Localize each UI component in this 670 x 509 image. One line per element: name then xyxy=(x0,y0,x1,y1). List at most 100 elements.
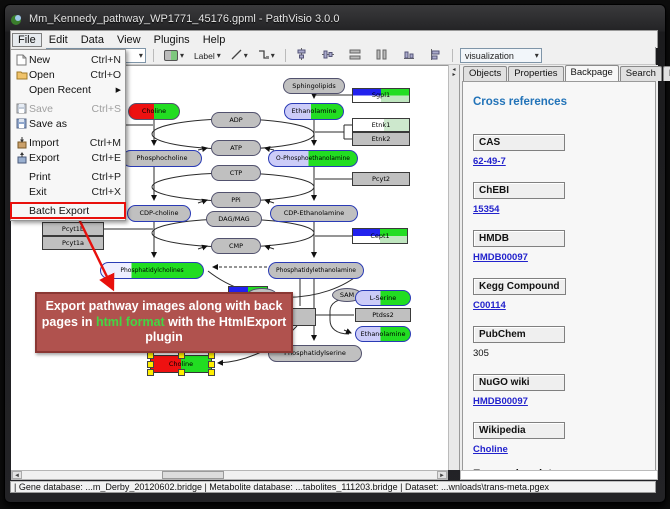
titlebar[interactable]: Mm_Kennedy_pathway_WP1771_45176.gpml - P… xyxy=(10,9,658,29)
align-left-button[interactable] xyxy=(427,47,445,65)
label-tool-dropdown[interactable]: Label ▾ xyxy=(191,49,224,63)
pathway-node-choline[interactable]: Choline xyxy=(128,103,180,120)
menubar-plugins[interactable]: Plugins xyxy=(148,33,196,47)
node-label: CDP-choline xyxy=(139,209,178,217)
menu-item-label: Open Recent xyxy=(29,84,91,96)
menubar-view[interactable]: View xyxy=(111,33,147,47)
menu-item-shortcut: Ctrl+P xyxy=(92,171,121,183)
menubar-data[interactable]: Data xyxy=(75,33,110,47)
crossref-section-cas: CAS62-49-7 xyxy=(473,132,655,167)
pathway-node-ppi[interactable]: PPi xyxy=(211,192,261,208)
pathway-node-ctp[interactable]: CTP xyxy=(211,165,261,181)
align-bottom-button[interactable] xyxy=(400,47,418,65)
file-menu-item-open[interactable]: OpenCtrl+O xyxy=(11,67,125,82)
pathway-node-dag-mag[interactable]: DAG/MAG xyxy=(206,211,262,227)
pathway-node-cept1[interactable]: Cept1 xyxy=(352,228,408,244)
pathway-node-cdp-choline[interactable]: CDP-choline xyxy=(127,205,191,222)
pathway-node-ethanolamine[interactable]: Ethanolamine xyxy=(284,103,344,120)
pathway-node-atp[interactable]: ATP xyxy=(211,140,261,156)
pathway-node-pcyt1b[interactable]: Pcyt1b xyxy=(42,222,104,236)
visualization-value: visualization xyxy=(465,51,514,61)
pathway-node-cdp-ethanolamine[interactable]: CDP-Ethanolamine xyxy=(270,205,358,222)
panel-splitter[interactable]: ◂ ▸ xyxy=(448,65,460,470)
align-left-icon xyxy=(430,49,442,63)
tab-backpage[interactable]: Backpage xyxy=(565,65,619,81)
pathway-node-cmp[interactable]: CMP xyxy=(211,238,261,254)
crossref-link[interactable]: HMDB00097 xyxy=(473,252,655,263)
horizontal-scrollbar[interactable]: ◄ ► xyxy=(11,470,448,480)
pathway-node[interactable] xyxy=(290,308,316,326)
node-label: O-Phosphoethanolamine xyxy=(276,155,350,162)
node-label: CTP xyxy=(230,169,242,177)
scrollbar-thumb[interactable] xyxy=(162,471,224,479)
line-tool-dropdown[interactable]: ▾ xyxy=(228,47,251,65)
pathway-node-ptdss2[interactable]: Ptdss2 xyxy=(355,308,411,322)
align-center-horizontal-button[interactable] xyxy=(293,46,310,65)
pathway-node-pcyt1a[interactable]: Pcyt1a xyxy=(42,236,104,250)
pathway-node-choline[interactable]: Choline xyxy=(150,355,212,373)
pathway-node-ethanolamine[interactable]: Ethanolamine xyxy=(355,326,411,342)
crossref-link[interactable]: HMDB00097 xyxy=(473,396,655,407)
chevron-down-icon: ▾ xyxy=(271,51,275,60)
file-menu-item-export[interactable]: ExportCtrl+E xyxy=(11,150,125,165)
selection-handle[interactable] xyxy=(147,352,154,359)
pathway-node-pcyt2[interactable]: Pcyt2 xyxy=(352,172,410,186)
selection-handle[interactable] xyxy=(208,352,215,359)
file-menu-item-exit[interactable]: ExitCtrl+X xyxy=(11,184,125,199)
statusbar: | Gene database: ...m_Derby_20120602.bri… xyxy=(10,481,656,493)
file-menu-item-save[interactable]: SaveCtrl+S xyxy=(11,101,125,116)
selection-handle[interactable] xyxy=(208,369,215,376)
file-menu-item-import[interactable]: ImportCtrl+M xyxy=(11,135,125,150)
visualization-select[interactable]: visualization ▾ xyxy=(460,48,542,63)
datanode-tool-dropdown[interactable]: ▾ xyxy=(161,48,187,63)
tab-search[interactable]: Search xyxy=(620,66,662,81)
menubar-help[interactable]: Help xyxy=(197,33,232,47)
file-menu-item-new[interactable]: NewCtrl+N xyxy=(11,52,125,67)
pathway-node-etnk2[interactable]: Etnk2 xyxy=(352,132,410,146)
file-menu-item-save-as[interactable]: Save as xyxy=(11,116,125,131)
selection-handle[interactable] xyxy=(147,361,154,368)
pathway-node-sphingolipids[interactable]: Sphingolipids xyxy=(283,78,345,94)
pathway-node-etnk1[interactable]: Etnk1 xyxy=(352,118,410,132)
menubar-file[interactable]: File xyxy=(12,33,42,47)
crossref-link[interactable]: C00114 xyxy=(473,300,655,311)
tab-objects[interactable]: Objects xyxy=(463,66,507,81)
pathway-node-sgpl1[interactable]: Sgpl1 xyxy=(352,88,410,103)
selection-handle[interactable] xyxy=(178,352,185,359)
align-center-horizontal-icon xyxy=(296,48,307,63)
pathway-node-phosphocholine[interactable]: Phosphocholine xyxy=(122,150,202,167)
align-center-vertical-button[interactable] xyxy=(319,47,337,65)
distribute-vertical-button[interactable] xyxy=(346,47,364,65)
connector-tool-dropdown[interactable]: ▾ xyxy=(255,47,278,65)
distribute-horizontal-button[interactable] xyxy=(373,47,391,65)
selection-handle[interactable] xyxy=(178,369,185,376)
menu-item-label: Save as xyxy=(29,118,67,130)
menu-item-label: Export xyxy=(29,152,59,164)
scroll-right-icon[interactable]: ► xyxy=(437,471,447,479)
pathway-node-phosphatidylcholines[interactable]: Phosphatidylcholines xyxy=(100,262,204,279)
pathway-node-l-serine[interactable]: L-Serine xyxy=(355,290,411,306)
selection-handle[interactable] xyxy=(208,361,215,368)
file-menu-item-print[interactable]: PrintCtrl+P xyxy=(11,169,125,184)
selection-handle[interactable] xyxy=(147,369,154,376)
pathway-node-adp[interactable]: ADP xyxy=(211,112,261,128)
pathway-node-phosphatidylethanolamine[interactable]: Phosphatidylethanolamine xyxy=(268,262,364,279)
file-menu-item-batch-export[interactable]: Batch Export xyxy=(11,203,125,218)
pathway-node-o-phosphoethanolamine[interactable]: O-Phosphoethanolamine xyxy=(268,150,358,167)
tab-legend[interactable]: Legend xyxy=(663,66,670,81)
menu-item-shortcut: Ctrl+N xyxy=(91,54,121,66)
pathvisio-window: Mm_Kennedy_pathway_WP1771_45176.gpml - P… xyxy=(0,0,670,509)
menubar-edit[interactable]: Edit xyxy=(43,33,74,47)
splitter-expand-icon[interactable]: ▸ xyxy=(452,72,455,78)
file-menu-item-open-recent[interactable]: Open Recent▶ xyxy=(11,82,125,97)
crossref-link[interactable]: 15354 xyxy=(473,204,655,215)
new-document-icon xyxy=(14,54,29,66)
app-icon xyxy=(10,13,23,26)
node-label: Ethanolamine xyxy=(361,330,406,338)
crossref-link[interactable]: Choline xyxy=(473,444,655,455)
node-label: DAG/MAG xyxy=(218,215,249,223)
chevron-down-icon: ▾ xyxy=(139,51,143,60)
crossref-link[interactable]: 62-49-7 xyxy=(473,156,655,167)
scroll-left-icon[interactable]: ◄ xyxy=(12,471,22,479)
tab-properties[interactable]: Properties xyxy=(508,66,563,81)
